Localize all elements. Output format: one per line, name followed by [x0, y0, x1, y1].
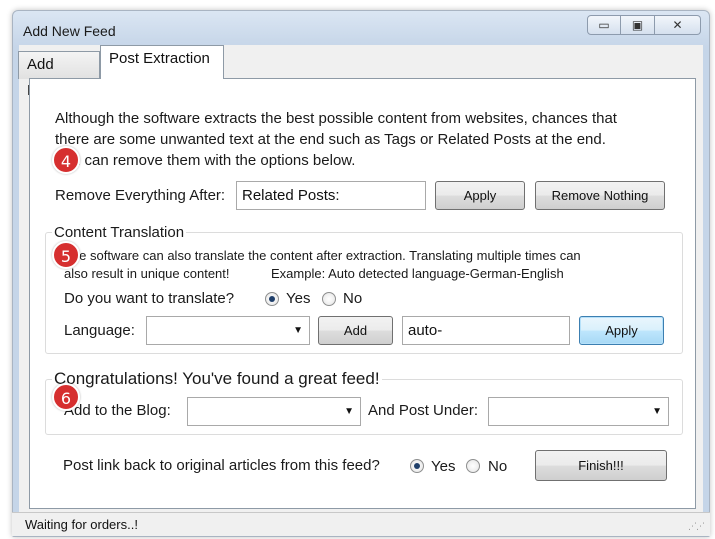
translation-desc-line1: The software can also translate the cont…: [64, 248, 581, 263]
link-back-no-label[interactable]: No: [488, 458, 507, 475]
post-under-select[interactable]: ▼: [488, 397, 669, 426]
close-button[interactable]: ✕: [655, 15, 701, 35]
maximize-icon: ▣: [631, 18, 644, 32]
window-controls: ▭ ▣ ✕: [587, 15, 701, 35]
chevron-down-icon: ▼: [344, 406, 354, 417]
remove-after-input[interactable]: Related Posts:: [236, 181, 426, 210]
post-under-label: And Post Under:: [368, 402, 479, 419]
extraction-intro-line2: there are some unwanted text at the end …: [55, 131, 606, 148]
tab-post-extraction[interactable]: Post Extraction: [100, 45, 224, 79]
step-badge-5: 5: [52, 241, 80, 269]
add-language-button[interactable]: Add: [318, 316, 393, 345]
chevron-down-icon: ▼: [293, 325, 303, 336]
minimize-button[interactable]: ▭: [587, 15, 621, 35]
remove-after-label: Remove Everything After:: [55, 187, 226, 204]
language-label: Language:: [64, 322, 135, 339]
translate-question: Do you want to translate?: [64, 290, 235, 307]
translate-yes-radio[interactable]: [265, 292, 279, 306]
link-back-yes-label[interactable]: Yes: [431, 458, 455, 475]
step-badge-6: 6: [52, 383, 80, 411]
link-back-yes-radio[interactable]: [410, 459, 424, 473]
minimize-icon: ▭: [598, 18, 610, 32]
resize-grip-icon[interactable]: ⋰⋰: [688, 521, 705, 532]
congrats-heading: Congratulations! You've found a great fe…: [52, 369, 382, 389]
link-back-label: Post link back to original articles from…: [63, 457, 380, 474]
step-badge-4: 4: [52, 146, 80, 174]
finish-button[interactable]: Finish!!!: [535, 450, 667, 481]
chevron-down-icon: ▼: [652, 406, 662, 417]
maximize-button[interactable]: ▣: [621, 15, 655, 35]
blog-label: Add to the Blog:: [64, 402, 171, 419]
extraction-intro-line1: Although the software extracts the best …: [55, 110, 617, 127]
link-back-no-radio[interactable]: [466, 459, 480, 473]
translation-example: Example: Auto detected language-German-E…: [271, 266, 564, 281]
apply-translation-button[interactable]: Apply: [579, 316, 664, 345]
window-title: Add New Feed: [23, 23, 116, 39]
title-bar[interactable]: Add New Feed ▭ ▣ ✕: [13, 11, 709, 45]
extraction-intro-line3: You can remove them with the options bel…: [55, 152, 356, 169]
language-select[interactable]: ▼: [146, 316, 310, 345]
tab-add-feed[interactable]: Add Feed: [18, 51, 100, 99]
apply-remove-button[interactable]: Apply: [435, 181, 525, 210]
translate-yes-label[interactable]: Yes: [286, 290, 310, 307]
remove-nothing-button[interactable]: Remove Nothing: [535, 181, 665, 210]
translate-no-label[interactable]: No: [343, 290, 362, 307]
translate-no-radio[interactable]: [322, 292, 336, 306]
status-text: Waiting for orders..!: [25, 517, 138, 532]
language-chain-input[interactable]: auto-: [402, 316, 570, 345]
blog-select[interactable]: ▼: [187, 397, 361, 426]
translation-desc-line2: also result in unique content!: [64, 266, 230, 281]
status-bar: Waiting for orders..! ⋰⋰: [12, 512, 710, 536]
close-icon: ✕: [672, 18, 683, 32]
content-translation-legend: Content Translation: [52, 224, 187, 241]
